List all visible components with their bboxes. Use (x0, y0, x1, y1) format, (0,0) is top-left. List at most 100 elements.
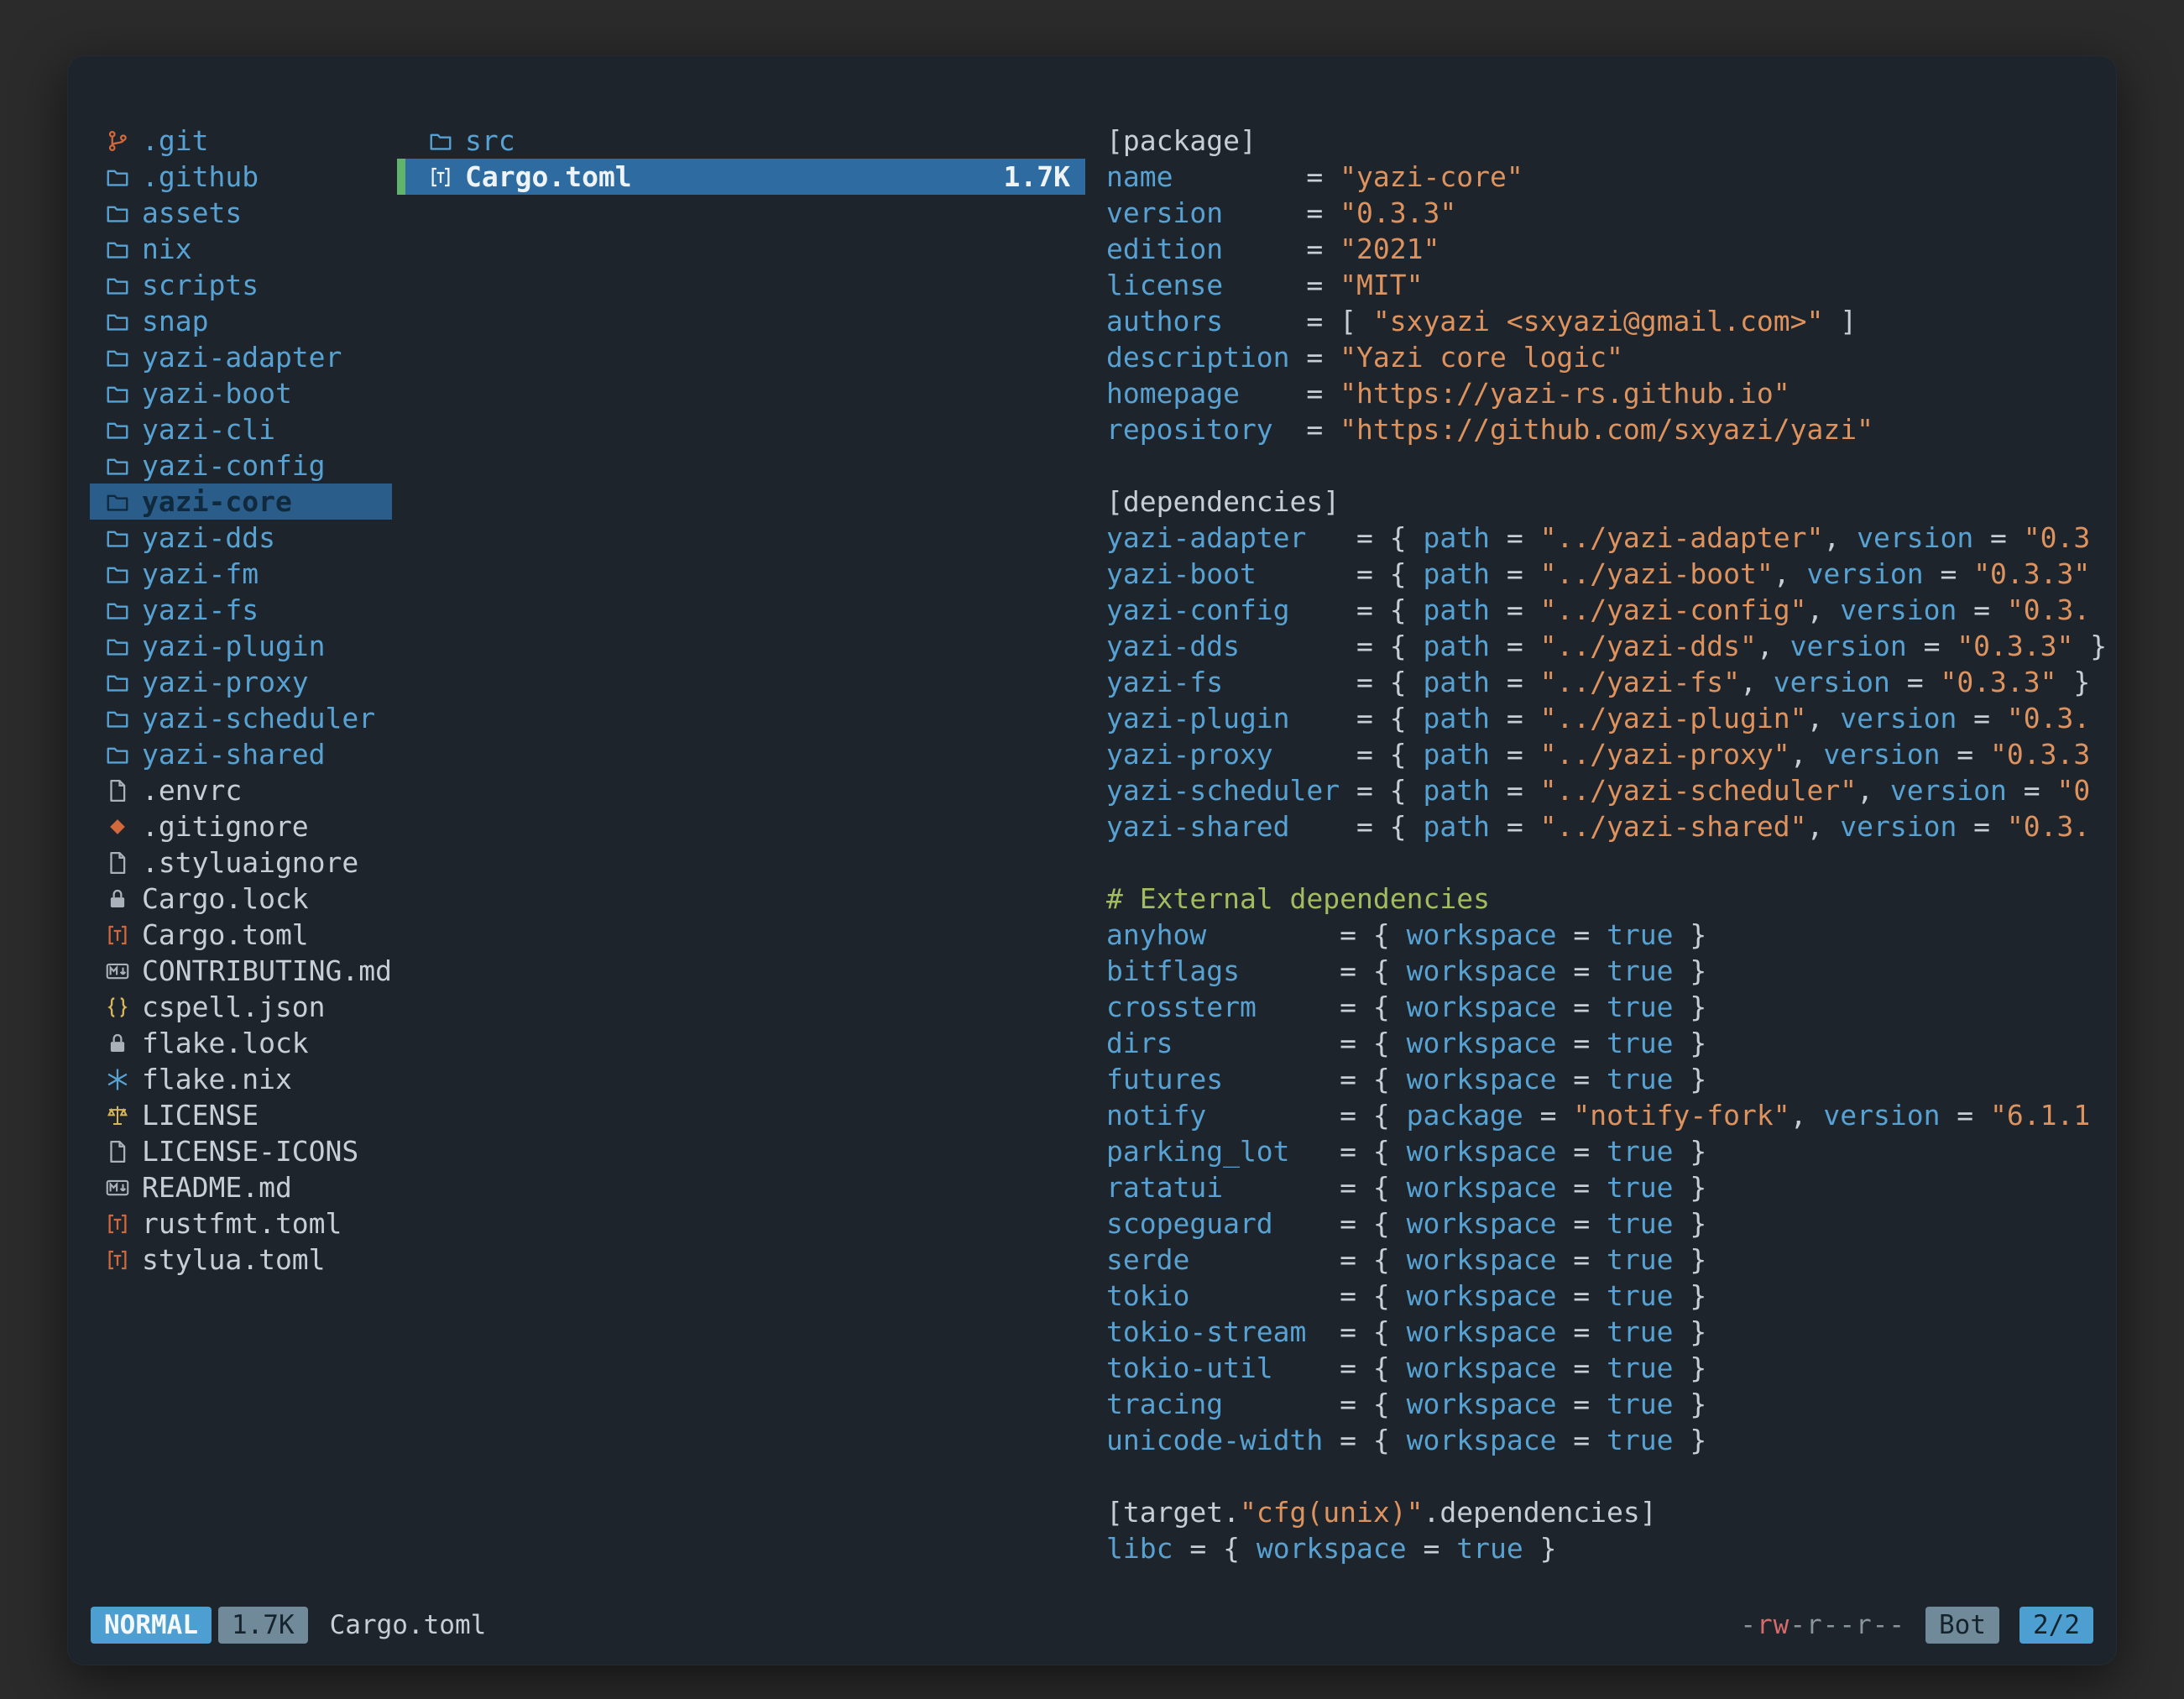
folder-icon (105, 670, 130, 695)
preview-line: crossterm = { workspace = true } (1106, 989, 2112, 1025)
file-icon (105, 1139, 130, 1164)
preview-line: homepage = "https://yazi-rs.github.io" (1106, 375, 2112, 411)
file-name: nix (142, 231, 192, 267)
file-name: rustfmt.toml (142, 1205, 342, 1242)
file-row-yazi-scheduler[interactable]: yazi-scheduler (90, 700, 392, 736)
file-row-cargo.toml[interactable]: Cargo.toml (90, 917, 392, 953)
file-row-yazi-cli[interactable]: yazi-cli (90, 411, 392, 447)
file-row-cargo.lock[interactable]: Cargo.lock (90, 881, 392, 917)
file-row-license[interactable]: LICENSE (90, 1097, 392, 1133)
preview-line: scopeguard = { workspace = true } (1106, 1205, 2112, 1242)
preview-line: yazi-scheduler = { path = "../yazi-sched… (1106, 772, 2112, 808)
mode-indicator: NORMAL (91, 1607, 212, 1644)
file-row-contributing.md[interactable]: CONTRIBUTING.md (90, 953, 392, 989)
braces-icon (105, 995, 130, 1020)
current-pane: srcCargo.toml1.7K (397, 123, 1085, 1602)
diamond-icon (105, 814, 130, 839)
file-manager-panes: .git.githubassetsnixscriptssnapyazi-adap… (67, 55, 2117, 1602)
file-row-license-icons[interactable]: LICENSE-ICONS (90, 1133, 392, 1169)
file-row-rustfmt.toml[interactable]: rustfmt.toml (90, 1205, 392, 1242)
file-name: yazi-proxy (142, 664, 309, 700)
folder-icon (105, 165, 130, 190)
file-name: yazi-boot (142, 375, 292, 411)
nix-icon (105, 1067, 130, 1092)
file-row-src[interactable]: src (397, 123, 1085, 159)
file-icon (105, 778, 130, 803)
preview-line (1106, 447, 2112, 484)
file-name: yazi-config (142, 447, 326, 484)
preview-line: yazi-proxy = { path = "../yazi-proxy", v… (1106, 736, 2112, 772)
file-row-yazi-config[interactable]: yazi-config (90, 447, 392, 484)
file-name: yazi-fs (142, 592, 259, 628)
preview-line: [package] (1106, 123, 2112, 159)
file-name: README.md (142, 1169, 292, 1205)
file-name: Cargo.toml (465, 159, 632, 195)
file-row-yazi-proxy[interactable]: yazi-proxy (90, 664, 392, 700)
preview-line: ratatui = { workspace = true } (1106, 1169, 2112, 1205)
file-row-yazi-dds[interactable]: yazi-dds (90, 520, 392, 556)
preview-line (1106, 844, 2112, 881)
file-row-flake.nix[interactable]: flake.nix (90, 1061, 392, 1097)
preview-line: description = "Yazi core logic" (1106, 339, 2112, 375)
file-row-.github[interactable]: .github (90, 159, 392, 195)
file-row-.envrc[interactable]: .envrc (90, 772, 392, 808)
file-row-.git[interactable]: .git (90, 123, 392, 159)
folder-icon (105, 201, 130, 226)
lock-icon (105, 886, 130, 912)
file-row-scripts[interactable]: scripts (90, 267, 392, 303)
file-row-.styluaignore[interactable]: .styluaignore (90, 844, 392, 881)
toml-icon (105, 1247, 130, 1273)
folder-icon (105, 309, 130, 334)
markdown-icon (105, 1175, 130, 1200)
file-name: .styluaignore (142, 844, 358, 881)
folder-icon (105, 417, 130, 442)
preview-line: tokio-util = { workspace = true } (1106, 1350, 2112, 1386)
file-row-cargo.toml[interactable]: Cargo.toml1.7K (397, 159, 1085, 195)
preview-pane: [package]name = "yazi-core"version = "0.… (1085, 123, 2117, 1602)
permission-segment: rw (1757, 1610, 1790, 1640)
file-row-flake.lock[interactable]: flake.lock (90, 1025, 392, 1061)
file-name: .gitignore (142, 808, 309, 844)
folder-icon (105, 525, 130, 551)
file-row-yazi-plugin[interactable]: yazi-plugin (90, 628, 392, 664)
file-row-cspell.json[interactable]: cspell.json (90, 989, 392, 1025)
git-icon (105, 128, 130, 154)
preview-line: authors = [ "sxyazi <sxyazi@gmail.com>" … (1106, 303, 2112, 339)
file-row-yazi-boot[interactable]: yazi-boot (90, 375, 392, 411)
file-row-yazi-fs[interactable]: yazi-fs (90, 592, 392, 628)
file-name: flake.lock (142, 1025, 309, 1061)
selection-marker (397, 159, 405, 195)
preview-line: [target."cfg(unix)".dependencies] (1106, 1494, 2112, 1530)
file-row-readme.md[interactable]: README.md (90, 1169, 392, 1205)
file-name: .envrc (142, 772, 242, 808)
preview-line: dirs = { workspace = true } (1106, 1025, 2112, 1061)
file-name: yazi-cli (142, 411, 275, 447)
file-name: yazi-dds (142, 520, 275, 556)
preview-line: yazi-dds = { path = "../yazi-dds", versi… (1106, 628, 2112, 664)
file-row-snap[interactable]: snap (90, 303, 392, 339)
cursor-count-chip: 2/2 (2019, 1607, 2093, 1644)
file-row-yazi-adapter[interactable]: yazi-adapter (90, 339, 392, 375)
file-row-yazi-shared[interactable]: yazi-shared (90, 736, 392, 772)
preview-line: yazi-config = { path = "../yazi-config",… (1106, 592, 2112, 628)
preview-line: license = "MIT" (1106, 267, 2112, 303)
file-row-yazi-core[interactable]: yazi-core (90, 484, 392, 520)
preview-line: version = "0.3.3" (1106, 195, 2112, 231)
preview-line: notify = { package = "notify-fork", vers… (1106, 1097, 2112, 1133)
preview-line: tokio = { workspace = true } (1106, 1278, 2112, 1314)
file-row-yazi-fm[interactable]: yazi-fm (90, 556, 392, 592)
file-row-assets[interactable]: assets (90, 195, 392, 231)
file-name: src (465, 123, 515, 159)
folder-icon (105, 273, 130, 298)
file-name: Cargo.lock (142, 881, 309, 917)
file-row-.gitignore[interactable]: .gitignore (90, 808, 392, 844)
markdown-icon (105, 959, 130, 984)
preview-line: edition = "2021" (1106, 231, 2112, 267)
preview-line: unicode-width = { workspace = true } (1106, 1422, 2112, 1458)
preview-line: yazi-plugin = { path = "../yazi-plugin",… (1106, 700, 2112, 736)
file-name: Cargo.toml (142, 917, 309, 953)
preview-line: parking_lot = { workspace = true } (1106, 1133, 2112, 1169)
permission-segment: - (1740, 1610, 1757, 1640)
file-row-stylua.toml[interactable]: stylua.toml (90, 1242, 392, 1278)
file-row-nix[interactable]: nix (90, 231, 392, 267)
